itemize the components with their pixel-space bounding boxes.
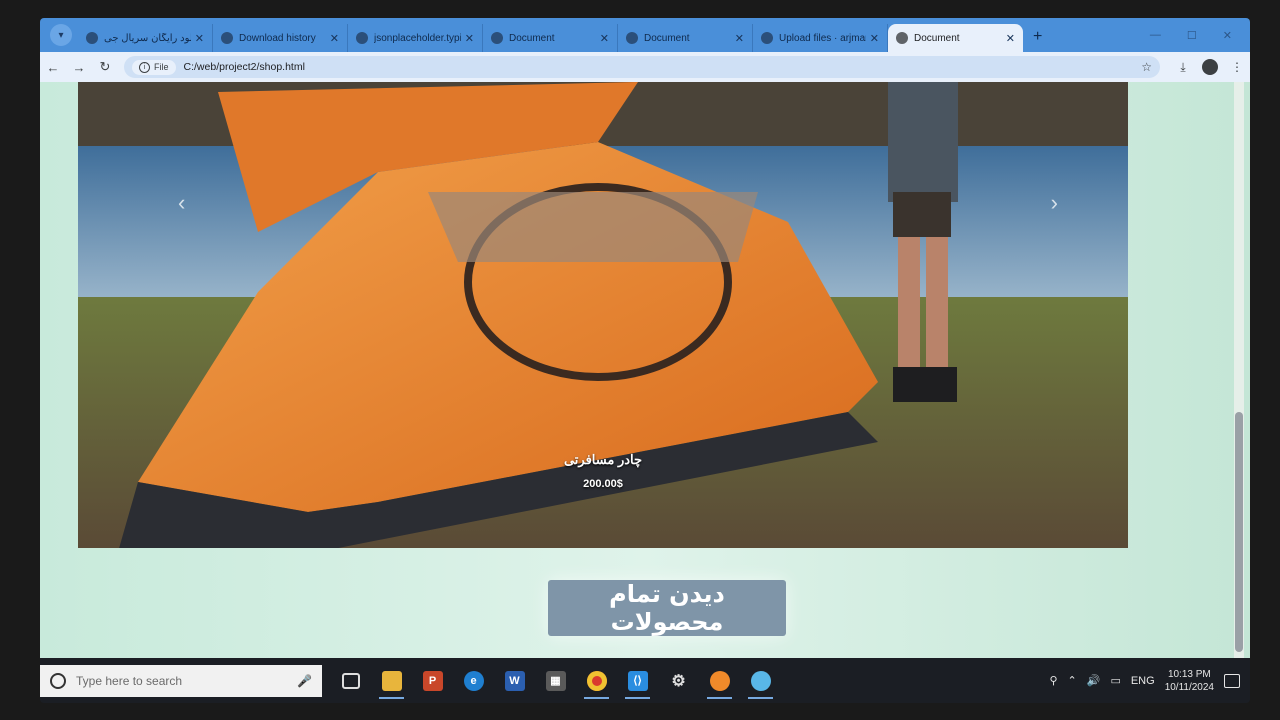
vscode-button[interactable]: ⟨⟩ [617,661,658,701]
file-explorer-button[interactable] [371,661,412,701]
edge-button[interactable]: e [453,661,494,701]
paint-app-button[interactable] [699,661,740,701]
page-viewport: ‹ › چادر مسافرتی 200.00$ دیدن تمام محصول… [40,82,1250,658]
powerpoint-button[interactable]: P [412,661,453,701]
globe-icon [626,32,638,44]
microphone-icon[interactable]: 🎤 [297,674,312,688]
globe-icon [750,670,771,691]
settings-button[interactable]: ⚙ [658,661,699,701]
taskbar-apps: P e W ▦ ⟨⟩ ⚙ [330,661,781,701]
downloads-icon[interactable]: ⤓ [1170,60,1196,75]
edge-icon: e [463,670,484,691]
store-icon: ▦ [545,670,566,691]
file-label: File [154,62,169,72]
download-icon [221,32,233,44]
volume-icon[interactable]: 🔊 [1087,674,1101,687]
people-icon[interactable]: ⚲ [1049,674,1057,687]
site-info-chip[interactable]: i File [132,59,176,75]
browser-tab-active[interactable]: Document ✕ [888,24,1023,52]
powerpoint-icon: P [422,670,443,691]
maximize-icon[interactable]: ☐ [1187,29,1197,42]
gear-icon: ⚙ [671,672,686,690]
site-favicon-icon [86,32,98,44]
profile-avatar[interactable] [1202,59,1218,75]
browser-app-button[interactable] [740,661,781,701]
forward-arrow-icon[interactable]: → [66,60,92,75]
language-indicator[interactable]: ENG [1131,675,1155,687]
system-tray: ⚲ ⌃ 🔊 ▭ ENG 10:13 PM 10/11/2024 [1049,668,1250,694]
tab-title: jsonplaceholder.typic [374,32,461,44]
clock-date: 10/11/2024 [1164,681,1214,693]
browser-tab-strip: ▾ دانلود رایگان سریال جی ✕ Download hist… [40,18,1250,52]
tab-title: Upload files · arjman [779,32,866,44]
product-price: 200.00$ [583,478,623,490]
word-icon: W [504,670,525,691]
taskbar-clock[interactable]: 10:13 PM 10/11/2024 [1165,668,1214,694]
new-tab-icon[interactable]: + [1033,28,1042,46]
window-controls: — ☐ ✕ [1150,29,1250,52]
close-tab-icon[interactable]: ✕ [1006,32,1015,45]
info-icon: i [139,61,150,73]
tab-title: Document [509,32,555,44]
browser-tab[interactable]: jsonplaceholder.typic ✕ [348,24,483,52]
back-arrow-icon[interactable]: ← [40,60,66,75]
close-tab-icon[interactable]: ✕ [870,32,879,45]
github-icon [761,32,773,44]
palette-icon [709,670,730,691]
tab-title: Document [644,32,690,44]
word-button[interactable]: W [494,661,535,701]
close-window-icon[interactable]: ✕ [1223,29,1232,42]
store-button[interactable]: ▦ [535,661,576,701]
minimize-icon[interactable]: — [1150,29,1161,42]
vscode-icon: ⟨⟩ [627,670,648,691]
search-placeholder: Type here to search [76,673,183,688]
globe-icon [491,32,503,44]
browser-tab[interactable]: Upload files · arjman ✕ [753,24,888,52]
bookmark-star-icon[interactable]: ☆ [1141,60,1152,74]
tab-title: Download history [239,32,316,44]
address-bar[interactable]: i File C:/web/project2/shop.html ☆ [124,56,1160,78]
browser-tab[interactable]: Document ✕ [483,24,618,52]
tab-search-button[interactable]: ▾ [50,24,72,46]
browser-tab[interactable]: Document ✕ [618,24,753,52]
browser-tab[interactable]: Download history ✕ [213,24,348,52]
reload-icon[interactable]: ↻ [92,59,118,75]
close-tab-icon[interactable]: ✕ [330,32,339,45]
globe-icon [896,32,908,44]
battery-icon[interactable]: ▭ [1110,674,1120,687]
product-carousel: ‹ › چادر مسافرتی 200.00$ [78,82,1128,548]
clock-time: 10:13 PM [1167,668,1211,680]
task-view-button[interactable] [330,661,371,701]
page-scrollbar-thumb[interactable] [1235,412,1243,652]
carousel-prev-icon[interactable]: ‹ [178,190,185,216]
view-all-products-button[interactable]: دیدن تمام محصولات [548,580,786,636]
chevron-up-icon[interactable]: ⌃ [1068,674,1077,687]
search-icon [50,672,66,689]
taskbar-search-box[interactable]: Type here to search 🎤 [40,664,322,697]
folder-icon [381,670,402,691]
tab-title: Document [914,32,960,44]
notification-icon[interactable] [1224,673,1240,688]
close-tab-icon[interactable]: ✕ [600,32,609,45]
close-tab-icon[interactable]: ✕ [735,32,744,45]
tab-title: دانلود رایگان سریال جی [104,32,191,44]
close-tab-icon[interactable]: ✕ [465,32,474,45]
chrome-button[interactable] [576,661,617,701]
browser-tab[interactable]: دانلود رایگان سریال جی ✕ [78,24,213,52]
task-view-icon [341,672,360,689]
kebab-menu-icon[interactable]: ⋮ [1224,60,1250,74]
browser-toolbar: ← → ↻ i File C:/web/project2/shop.html ☆… [40,52,1250,82]
chrome-icon [586,670,607,691]
windows-taskbar: Type here to search 🎤 P e W ▦ ⟨⟩ ⚙ ⚲ ⌃ 🔊… [40,658,1250,703]
url-text[interactable]: C:/web/project2/shop.html [184,61,1142,73]
product-name: چادر مسافرتی [563,452,643,467]
monitor-screen: ▾ دانلود رایگان سریال جی ✕ Download hist… [40,18,1250,703]
site-favicon-icon [356,32,368,44]
carousel-next-icon[interactable]: › [1051,190,1058,216]
close-tab-icon[interactable]: ✕ [195,32,204,45]
